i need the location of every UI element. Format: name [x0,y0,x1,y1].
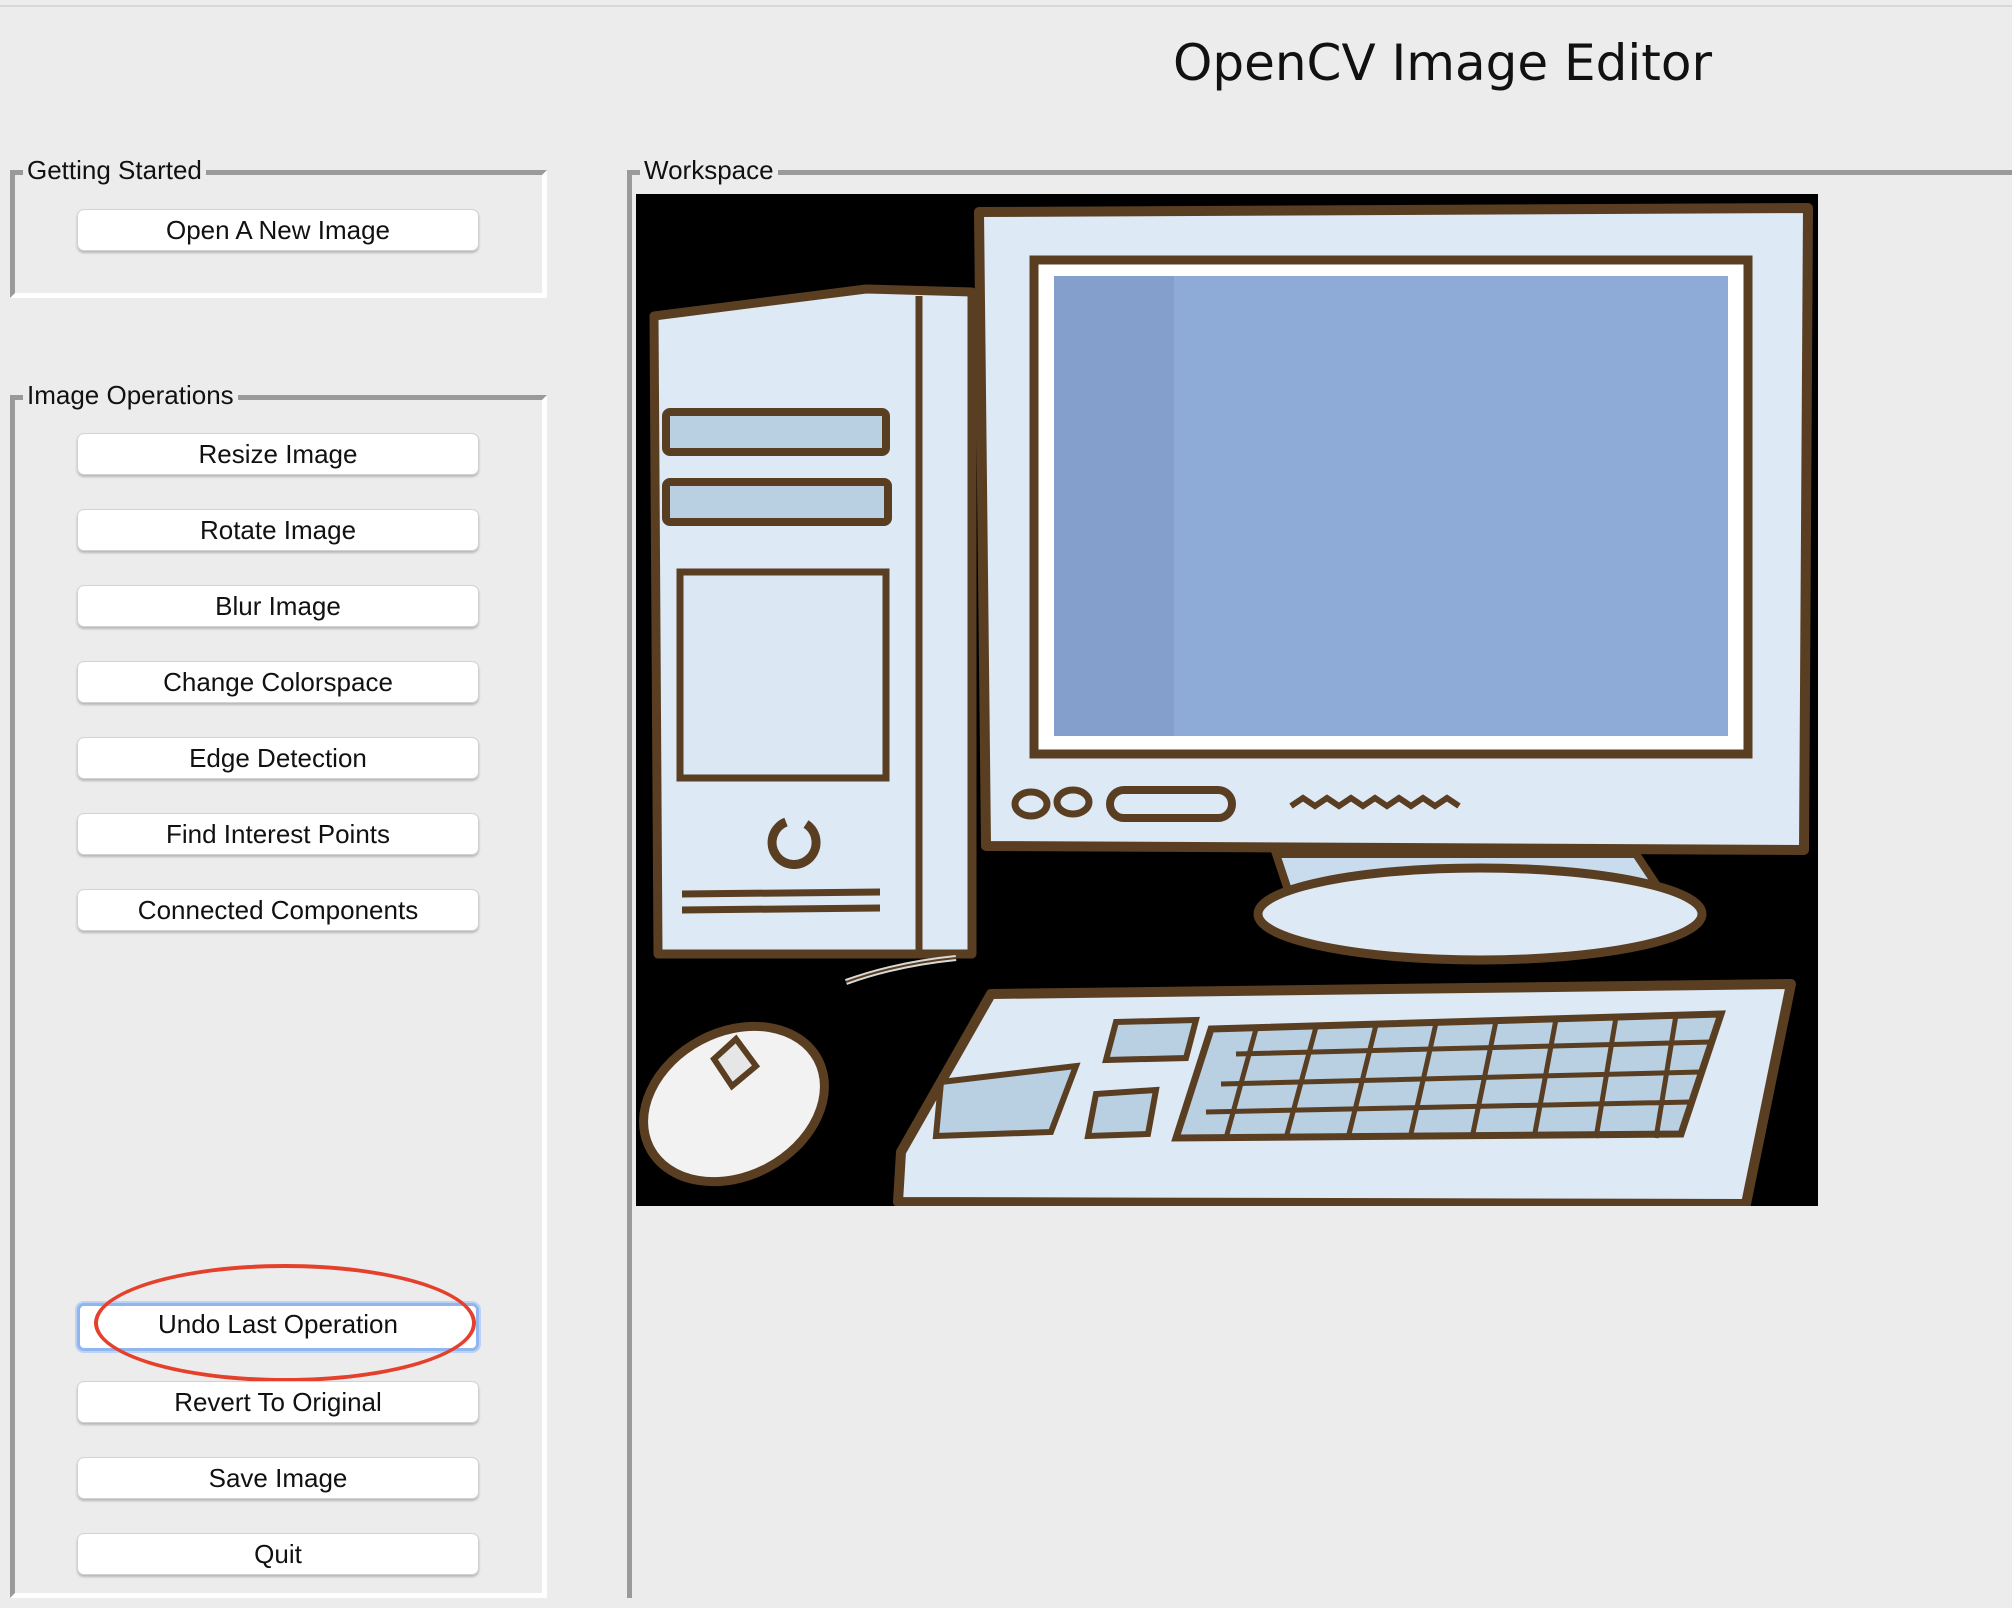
app-title: OpenCV Image Editor [1172,34,1712,92]
quit-button[interactable]: Quit [77,1533,479,1575]
connected-components-button[interactable]: Connected Components [77,889,479,931]
window-top-border [0,0,2012,7]
save-image-button[interactable]: Save Image [77,1457,479,1499]
getting-started-label: Getting Started [23,153,206,187]
blur-image-button[interactable]: Blur Image [77,585,479,627]
undo-last-operation-button[interactable]: Undo Last Operation [77,1303,479,1351]
edge-detection-button[interactable]: Edge Detection [77,737,479,779]
find-interest-points-button[interactable]: Find Interest Points [77,813,479,855]
change-colorspace-button[interactable]: Change Colorspace [77,661,479,703]
resize-image-button[interactable]: Resize Image [77,433,479,475]
computer-illustration [636,194,1818,1206]
revert-to-original-button[interactable]: Revert To Original [77,1381,479,1423]
open-new-image-button[interactable]: Open A New Image [77,209,479,251]
workspace-image-canvas [636,194,1818,1206]
workspace-label: Workspace [640,153,778,187]
image-operations-label: Image Operations [23,378,238,412]
rotate-image-button[interactable]: Rotate Image [77,509,479,551]
